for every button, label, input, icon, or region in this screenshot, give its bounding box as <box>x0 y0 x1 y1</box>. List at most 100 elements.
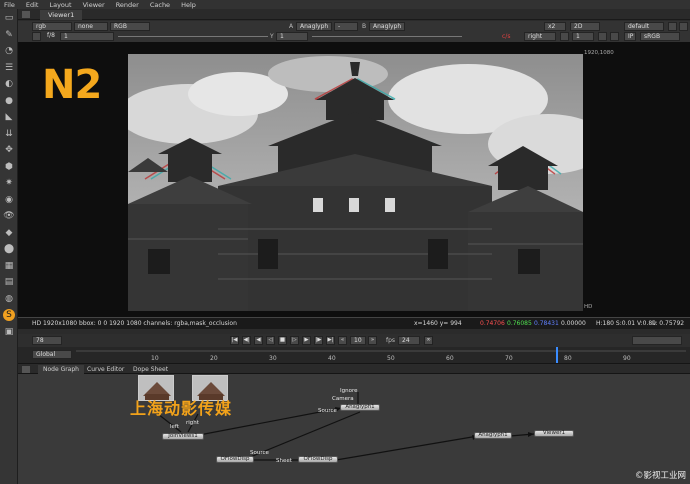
a-input-select[interactable]: Anaglyph <box>296 22 332 31</box>
b-input-select[interactable]: Anaglyph <box>369 22 405 31</box>
alpha-select[interactable]: none <box>74 22 108 31</box>
view-select[interactable]: right <box>524 32 556 41</box>
nodegraph-tab-bar: Node Graph Curve Editor Dope Sheet <box>18 365 690 374</box>
proxy-toggle-button[interactable] <box>560 32 569 41</box>
channel-icon[interactable]: ☰ <box>3 62 15 74</box>
timeline-tick-label: 80 <box>564 355 572 362</box>
menu-help[interactable]: Help <box>181 1 196 9</box>
lut-lock-button[interactable] <box>679 22 688 31</box>
tab-node-graph[interactable]: Node Graph <box>38 365 84 374</box>
fps-field[interactable]: 24 <box>398 336 420 345</box>
node-viewer[interactable]: Viewer1 <box>534 430 574 437</box>
increment-field[interactable]: 10 <box>350 336 366 345</box>
channels-select[interactable]: rgb <box>32 22 72 31</box>
fps-label: fps <box>386 337 396 344</box>
time-icon[interactable]: ◔ <box>3 45 15 57</box>
pane-menu-icon[interactable] <box>22 366 30 373</box>
menu-file[interactable]: File <box>4 1 15 9</box>
input-process-button[interactable]: IP <box>624 32 636 41</box>
gain-field[interactable]: 1 <box>60 32 114 41</box>
tab-dope-sheet[interactable]: Dope Sheet <box>128 365 173 374</box>
pipe-label-camera: Camera <box>332 396 354 402</box>
left-toolbar: ▭ ✎ ◔ ☰ ◐ ● ◣ ⇊ ✥ ⬢ ✷ ◉ 👁 ◆ ⬤ ▦ ▤ ◍ S ▣ <box>0 9 18 484</box>
end-frame-field[interactable] <box>632 336 682 345</box>
view-mode-select[interactable]: 2D <box>570 22 600 31</box>
ocula-icon[interactable]: S <box>3 309 15 321</box>
metadata-icon[interactable]: ◆ <box>3 227 15 239</box>
node-anaglyph-output[interactable]: Anaglyph1 <box>474 432 512 439</box>
tab-viewer1[interactable]: Viewer1 <box>40 10 83 20</box>
timeline-tick-label: 90 <box>623 355 631 362</box>
skip-forward-button[interactable]: » <box>368 336 377 345</box>
merge-icon[interactable]: ⇊ <box>3 128 15 140</box>
exposure-toggle-button[interactable] <box>32 32 41 41</box>
deep-icon[interactable]: ◉ <box>3 194 15 206</box>
paint-brush-icon[interactable]: ✎ <box>3 29 15 41</box>
pipe-label-source: Source <box>318 408 337 414</box>
lut-toggle-button[interactable] <box>668 22 677 31</box>
tab-curve-editor[interactable]: Curve Editor <box>82 365 129 374</box>
timeline-tick-label: 60 <box>446 355 454 362</box>
zoom-select[interactable]: x2 <box>544 22 566 31</box>
gamma-field[interactable]: 1 <box>276 32 308 41</box>
node-joinviews[interactable]: JoinViews1 <box>162 433 204 440</box>
other-icon[interactable]: ▦ <box>3 260 15 272</box>
toolsets-icon[interactable]: ⬤ <box>3 243 15 255</box>
pause-button[interactable] <box>610 32 619 41</box>
format-corner-label: 1920,1080 <box>584 50 614 56</box>
viewer-image-area[interactable]: N2 1920,1080 HD <box>18 42 690 317</box>
a-input-label: A <box>289 23 294 30</box>
timeline-track[interactable] <box>76 350 686 352</box>
proxy-select[interactable]: 1 <box>572 32 594 41</box>
lut-select[interactable]: default <box>624 22 664 31</box>
particles-icon[interactable]: ✷ <box>3 177 15 189</box>
timeline-ruler[interactable]: Global 10 20 30 40 50 60 70 80 90 <box>18 347 690 364</box>
render-toggle-button[interactable] <box>598 32 607 41</box>
play-forward-button[interactable]: ▷ <box>290 336 299 345</box>
colorspace-select[interactable]: sRGB <box>640 32 680 41</box>
node-oflowdisp-1[interactable]: OFlowDisp <box>216 456 254 463</box>
playhead[interactable] <box>556 347 559 363</box>
plugin-icon[interactable]: ◍ <box>3 293 15 305</box>
wipe-operation-select[interactable]: - <box>334 22 358 31</box>
first-frame-button[interactable]: |◀ <box>230 336 239 345</box>
settings-icon[interactable]: ▣ <box>3 326 15 338</box>
stop-button[interactable]: ■ <box>278 336 287 345</box>
last-frame-button[interactable]: ▶| <box>326 336 335 345</box>
keyer-icon[interactable]: ◣ <box>3 111 15 123</box>
image-icon[interactable]: ▭ <box>3 12 15 24</box>
menu-layout[interactable]: Layout <box>49 1 71 9</box>
viewer-controls-row2: f/8 1 Y 1 c/s right 1 IP sRGB <box>18 31 690 42</box>
gain-slider[interactable] <box>118 36 268 37</box>
menu-viewer[interactable]: Viewer <box>83 1 105 9</box>
menu-cache[interactable]: Cache <box>150 1 170 9</box>
loop-mode-button[interactable]: ∞ <box>424 336 433 345</box>
node-oflowdisp-2[interactable]: OFlowDisp <box>298 456 338 463</box>
filter-icon[interactable]: ● <box>3 95 15 107</box>
views-icon[interactable]: 👁 <box>3 210 15 222</box>
timeline-tick-label: 10 <box>151 355 159 362</box>
skip-back-button[interactable]: « <box>338 336 347 345</box>
pane-menu-icon[interactable] <box>22 11 30 18</box>
transform-icon[interactable]: ✥ <box>3 144 15 156</box>
node-graph-canvas[interactable]: 上海动影传媒 left right JoinViews1 Ignore Came… <box>18 374 690 484</box>
menu-edit[interactable]: Edit <box>26 1 39 9</box>
viewer-tab-bar: Viewer1 <box>18 9 690 20</box>
prev-keyframe-button[interactable]: ◀| <box>242 336 251 345</box>
next-keyframe-button[interactable]: |▶ <box>314 336 323 345</box>
display-channels-select[interactable]: RGB <box>110 22 150 31</box>
next-frame-button[interactable]: ▶ <box>302 336 311 345</box>
anaglyph-temple-image <box>128 54 583 311</box>
luminance-value: L: 0.75792 <box>652 320 685 327</box>
roi-indicator[interactable]: c/s <box>502 32 510 41</box>
prev-frame-button[interactable]: ◀ <box>254 336 263 345</box>
frame-field[interactable]: 78 <box>32 336 62 345</box>
frame-range-select[interactable]: Global <box>32 350 72 359</box>
gamma-slider[interactable] <box>312 36 462 37</box>
menu-render[interactable]: Render <box>116 1 139 9</box>
color-icon[interactable]: ◐ <box>3 78 15 90</box>
play-backward-button[interactable]: ◁ <box>266 336 275 345</box>
node-anaglyph-input[interactable]: Anaglyph1 <box>340 404 380 411</box>
3d-icon[interactable]: ⬢ <box>3 161 15 173</box>
furnace-icon[interactable]: ▤ <box>3 276 15 288</box>
